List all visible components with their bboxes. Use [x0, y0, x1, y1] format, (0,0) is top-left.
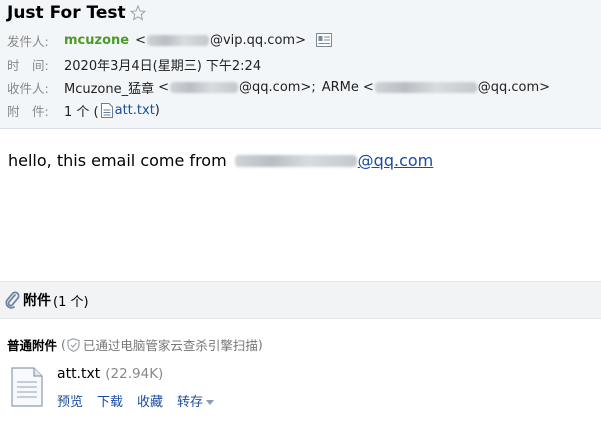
- attachment-row: 附 件: 1 个 ( att.txt ): [7, 101, 160, 120]
- redacted-email: [146, 34, 209, 46]
- paperclip-icon: [5, 291, 20, 309]
- sender-name[interactable]: mcuzone: [64, 33, 129, 48]
- attachment-label: 附 件:: [7, 103, 49, 119]
- attachment-link[interactable]: att.txt: [115, 103, 155, 118]
- mail-header: Just For Test 发件人: mcuzone < @vip.qq.com…: [0, 0, 601, 129]
- from-open-bracket: <: [135, 32, 146, 48]
- redacted-email: [374, 81, 477, 93]
- normal-attachment-row: 普通附件 ( 已通过电脑管家云查杀引擎扫描 ): [7, 337, 263, 353]
- scan-status: 已通过电脑管家云查杀引擎扫描: [82, 338, 258, 353]
- body-text: hello, this email come from: [8, 151, 227, 170]
- recipient-name-1[interactable]: Mcuzone_猛章: [64, 78, 154, 97]
- time-label: 时 间:: [7, 57, 49, 73]
- from-label: 发件人:: [7, 33, 49, 49]
- mail-subject: Just For Test: [7, 3, 126, 23]
- attachment-file-size: (22.94K): [105, 366, 164, 382]
- recipient-open-2: <: [362, 79, 374, 95]
- redacted-email: [234, 154, 357, 167]
- body-email-link[interactable]: @qq.com: [358, 151, 434, 170]
- from-domain: @vip.qq.com>: [209, 32, 306, 48]
- attachment-file-name[interactable]: att.txt: [57, 366, 100, 382]
- recipient-name-2[interactable]: ARMe: [322, 80, 359, 95]
- time-row: 时 间: 2020年3月4日(星期三) 下午2:24: [7, 55, 262, 74]
- save-to-label: 转存: [177, 395, 204, 410]
- redacted-email: [170, 81, 239, 93]
- time-value: 2020年3月4日(星期三) 下午2:24: [64, 58, 262, 74]
- attachments-count: (1 个): [53, 294, 89, 310]
- favorite-button[interactable]: 收藏: [137, 391, 163, 410]
- attachment-count: 1 个 (: [64, 104, 99, 120]
- normal-attachment-label: 普通附件: [7, 338, 58, 353]
- attachment-actions: 预览 下载 收藏 转存: [57, 391, 215, 410]
- recipient-domain-2: @qq.com>: [477, 79, 551, 95]
- to-row: 收件人: Mcuzone_猛章 < @qq.com>; ARMe < @qq.c…: [7, 78, 551, 97]
- preview-button[interactable]: 预览: [57, 391, 83, 410]
- contact-card-icon[interactable]: [315, 33, 332, 47]
- attachments-header: 附件 (1 个): [0, 281, 601, 319]
- star-icon[interactable]: [129, 5, 146, 21]
- attachment-file: att.txt (22.94K): [57, 366, 163, 382]
- from-row: 发件人: mcuzone < @vip.qq.com>: [7, 31, 332, 49]
- file-icon: [100, 102, 113, 118]
- txt-file-icon: [11, 367, 43, 407]
- recipient-domain-1: @qq.com>;: [239, 79, 316, 95]
- save-to-button[interactable]: 转存: [177, 391, 215, 410]
- recipient-open-1: <: [158, 79, 170, 95]
- attachment-close: ): [154, 102, 160, 118]
- to-label: 收件人:: [7, 80, 49, 96]
- mail-body: hello, this email come from @qq.com: [8, 151, 433, 170]
- subject-row: Just For Test: [7, 2, 146, 24]
- attachments-title: 附件: [23, 293, 51, 309]
- chevron-down-icon: [206, 400, 215, 405]
- shield-icon: [67, 337, 80, 352]
- download-button[interactable]: 下载: [97, 391, 123, 410]
